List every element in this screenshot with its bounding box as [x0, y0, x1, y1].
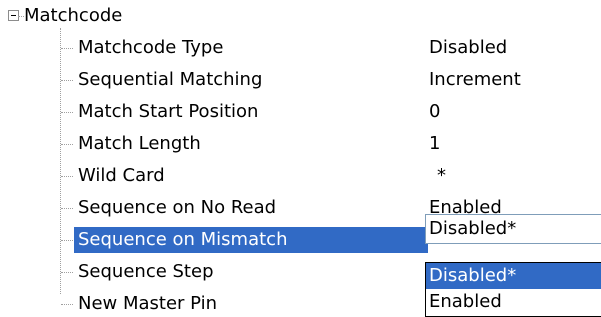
property-row-match-start-position[interactable]: Match Start Position 0 [0, 96, 601, 128]
property-name: Wild Card [78, 165, 165, 186]
property-tree: Matchcode Matchcode Type Disabled Sequen… [0, 0, 601, 317]
tree-guide-line [61, 304, 73, 305]
value-dropdown-list[interactable]: Disabled* Enabled [425, 262, 601, 317]
tree-root-label: Matchcode [24, 5, 123, 26]
tree-guide-line [61, 272, 73, 273]
combobox-value: Disabled* [429, 218, 517, 239]
tree-guide-line [61, 176, 73, 177]
tree-guide-line [61, 144, 73, 145]
property-value[interactable]: Disabled [429, 32, 507, 64]
property-name: Sequence on No Read [78, 197, 277, 218]
property-value[interactable]: Increment [429, 64, 521, 96]
tree-guide-line [61, 240, 73, 241]
tree-guide-line [61, 80, 73, 81]
property-row-match-length[interactable]: Match Length 1 [0, 128, 601, 160]
property-row-wild-card[interactable]: Wild Card * [0, 160, 601, 192]
property-name: Matchcode Type [78, 37, 224, 58]
dropdown-option-disabled[interactable]: Disabled* [426, 263, 601, 289]
tree-guide-line [61, 48, 73, 49]
property-name: Sequence Step [78, 261, 214, 282]
dropdown-option-enabled[interactable]: Enabled [426, 289, 601, 315]
property-name: Sequence on Mismatch [74, 227, 428, 253]
property-name: Match Length [78, 133, 201, 154]
tree-root-matchcode[interactable]: Matchcode [0, 0, 601, 32]
property-value[interactable]: * [437, 160, 446, 192]
value-combobox[interactable]: Disabled* [425, 214, 601, 244]
property-value[interactable]: 0 [429, 96, 440, 128]
property-name: Sequential Matching [78, 69, 263, 90]
property-name: New Master Pin [78, 293, 218, 314]
property-value[interactable]: 1 [429, 128, 440, 160]
tree-guide-line [61, 208, 73, 209]
property-row-sequential-matching[interactable]: Sequential Matching Increment [0, 64, 601, 96]
property-name: Match Start Position [78, 101, 259, 122]
tree-guide-line [61, 112, 73, 113]
property-row-matchcode-type[interactable]: Matchcode Type Disabled [0, 32, 601, 64]
